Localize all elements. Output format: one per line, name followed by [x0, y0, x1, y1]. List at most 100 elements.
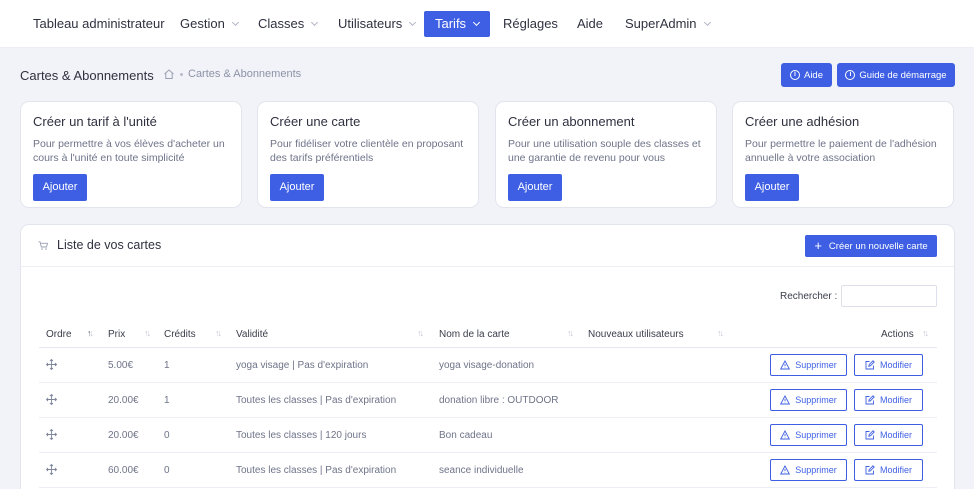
- home-icon[interactable]: [163, 68, 175, 80]
- panel-title: Liste de vos cartes: [38, 238, 161, 252]
- column-header-nom[interactable]: Nom de la carte: [439, 329, 510, 340]
- create-card-label: Créer un nouvelle carte: [828, 240, 928, 252]
- delete-button[interactable]: Supprimer: [770, 389, 847, 411]
- help-button-label: Aide: [803, 69, 823, 81]
- breadcrumb: Cartes & Abonnements: [163, 68, 301, 80]
- delete-button[interactable]: Supprimer: [770, 424, 847, 446]
- chevron-down-icon: [311, 18, 319, 27]
- nav-item-aide[interactable]: Aide: [577, 11, 603, 37]
- cell-validite: yoga visage | Pas d'expiration: [236, 360, 369, 371]
- sort-icon[interactable]: ↑↓: [87, 328, 94, 338]
- table-row: 60.00€ 0 Toutes les classes | Pas d'expi…: [39, 453, 937, 488]
- chevron-down-icon: [409, 18, 417, 27]
- info-icon: i: [789, 70, 800, 80]
- table-row: 5.00€ 1 yoga visage | Pas d'expiration y…: [39, 348, 937, 383]
- help-button[interactable]: i Aide: [781, 63, 832, 87]
- cell-prix: 5.00€: [108, 360, 134, 371]
- nav-item-gestion[interactable]: Gestion: [180, 11, 239, 37]
- edit-button[interactable]: Modifier: [854, 459, 923, 481]
- nav-item-tableau-administrateur[interactable]: Tableau administrateur: [33, 11, 165, 37]
- search-label: Rechercher :: [780, 291, 838, 302]
- guide-button-label: Guide de démarrage: [859, 69, 947, 81]
- panel-title-text: Liste de vos cartes: [57, 238, 162, 252]
- create-card-button[interactable]: + Créer un nouvelle carte: [805, 235, 937, 257]
- drag-handle-icon[interactable]: [46, 464, 57, 475]
- sort-icon[interactable]: ↑↓: [144, 328, 151, 338]
- card-description: Pour fidéliser votre clientèle en propos…: [270, 138, 464, 164]
- drag-handle-icon[interactable]: [46, 394, 57, 405]
- nav-item-label: Aide: [577, 16, 604, 31]
- breadcrumb-separator: [180, 72, 183, 76]
- cell-prix: 60.00€: [108, 465, 139, 476]
- sort-icon[interactable]: ↑↓: [215, 328, 222, 338]
- page-title: Cartes & Abonnements: [20, 68, 154, 83]
- column-header-validite[interactable]: Validité: [236, 329, 268, 340]
- chevron-down-icon: [231, 18, 239, 27]
- info-icon: i: [845, 70, 856, 80]
- nav-item-superadmin[interactable]: SuperAdmin: [625, 11, 711, 37]
- breadcrumb-current: Cartes & Abonnements: [188, 68, 302, 80]
- card-adhesion: Créer une adhésion Pour permettre le pai…: [732, 101, 954, 208]
- cell-nom: donation libre : OUTDOOR: [439, 395, 559, 406]
- nav-item-label: SuperAdmin: [625, 16, 697, 31]
- search-input[interactable]: [841, 285, 937, 307]
- cell-prix: 20.00€: [108, 395, 139, 406]
- nav-item-classes[interactable]: Classes: [258, 11, 319, 37]
- column-header-nouveaux-utilisateurs[interactable]: Nouveaux utilisateurs: [588, 329, 684, 340]
- nav-item-label: Réglages: [503, 16, 558, 31]
- card-carte: Créer une carte Pour fidéliser votre cli…: [257, 101, 479, 208]
- cell-nom: seance individuelle: [439, 465, 524, 476]
- card-title: Créer un tarif à l'unité: [33, 114, 157, 129]
- edit-button[interactable]: Modifier: [854, 389, 923, 411]
- cell-credits: 1: [164, 360, 170, 371]
- card-abonnement: Créer un abonnement Pour une utilisation…: [495, 101, 717, 208]
- cell-prix: 20.00€: [108, 430, 139, 441]
- edit-icon: [865, 465, 875, 475]
- drag-handle-icon[interactable]: [46, 429, 57, 440]
- edit-icon: [865, 395, 875, 405]
- cell-nom: Bon cadeau: [439, 430, 493, 441]
- column-header-prix[interactable]: Prix: [108, 329, 125, 340]
- add-carte-button[interactable]: Ajouter: [270, 174, 324, 201]
- nav-item-reglages[interactable]: Réglages: [503, 11, 558, 37]
- top-navigation: Tableau administrateur Gestion Classes U…: [0, 0, 974, 48]
- warning-icon: [780, 430, 791, 440]
- column-header-actions[interactable]: Actions: [881, 329, 914, 340]
- edit-button-label: Modifier: [879, 360, 912, 370]
- cards-list-panel: Liste de vos cartes + Créer un nouvelle …: [20, 224, 955, 489]
- edit-button[interactable]: Modifier: [854, 354, 923, 376]
- nav-item-utilisateurs[interactable]: Utilisateurs: [338, 11, 417, 37]
- cell-credits: 1: [164, 395, 170, 406]
- sort-icon[interactable]: ↑↓: [922, 328, 929, 338]
- edit-icon: [865, 360, 875, 370]
- plus-icon: +: [814, 238, 822, 253]
- drag-handle-icon[interactable]: [46, 359, 57, 370]
- nav-item-tarifs[interactable]: Tarifs: [424, 11, 491, 37]
- cell-credits: 0: [164, 430, 170, 441]
- cell-credits: 0: [164, 465, 170, 476]
- edit-button[interactable]: Modifier: [854, 424, 923, 446]
- sort-icon[interactable]: ↑↓: [417, 328, 424, 338]
- delete-button[interactable]: Supprimer: [770, 354, 847, 376]
- cell-validite: Toutes les classes | 120 jours: [236, 430, 367, 441]
- sort-icon[interactable]: ↑↓: [717, 328, 724, 338]
- chevron-down-icon: [473, 18, 481, 27]
- cell-validite: Toutes les classes | Pas d'expiration: [236, 465, 397, 476]
- delete-button-label: Supprimer: [795, 360, 837, 370]
- sort-icon[interactable]: ↑↓: [567, 328, 574, 338]
- chevron-down-icon: [703, 18, 711, 27]
- cell-nom: yoga visage-donation: [439, 360, 535, 371]
- nav-item-label: Tableau administrateur: [33, 16, 165, 31]
- delete-button[interactable]: Supprimer: [770, 459, 847, 481]
- add-adhesion-button[interactable]: Ajouter: [745, 174, 799, 201]
- column-header-ordre[interactable]: Ordre: [46, 329, 72, 340]
- add-tarif-unite-button[interactable]: Ajouter: [33, 174, 87, 201]
- edit-button-label: Modifier: [879, 430, 912, 440]
- add-abonnement-button[interactable]: Ajouter: [508, 174, 562, 201]
- card-description: Pour permettre le paiement de l'adhésion…: [745, 138, 937, 164]
- warning-icon: [780, 465, 791, 475]
- warning-icon: [780, 395, 791, 405]
- guide-button[interactable]: i Guide de démarrage: [837, 63, 955, 87]
- card-tarif-unite: Créer un tarif à l'unité Pour permettre …: [20, 101, 242, 208]
- column-header-credits[interactable]: Crédits: [164, 329, 196, 340]
